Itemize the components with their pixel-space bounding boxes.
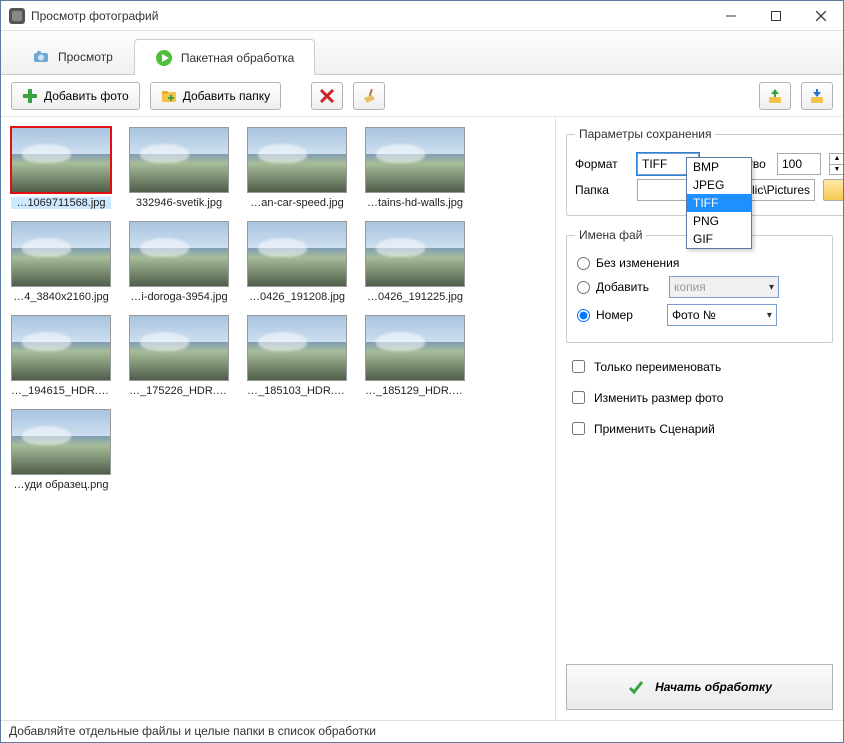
add-photo-button[interactable]: Добавить фото xyxy=(11,82,140,110)
camera-icon xyxy=(32,48,50,66)
check-resize[interactable]: Изменить размер фото xyxy=(568,388,831,407)
check-icon xyxy=(627,678,645,696)
tab-bar: Просмотр Пакетная обработка xyxy=(1,31,843,75)
thumbnail[interactable]: …_194615_HDR.jpg xyxy=(11,315,111,397)
thumb-image xyxy=(11,409,111,475)
tab-batch-label: Пакетная обработка xyxy=(181,51,294,65)
quality-input[interactable] xyxy=(777,153,821,175)
thumb-image xyxy=(247,127,347,193)
import-button[interactable] xyxy=(801,82,833,110)
thumbnail[interactable]: …0426_191208.jpg xyxy=(247,221,347,303)
main-area: …1069711568.jpg 332946-svetik.jpg …an-car-… xyxy=(1,117,843,720)
thumb-image xyxy=(247,221,347,287)
tab-batch[interactable]: Пакетная обработка xyxy=(134,39,315,75)
format-label: Формат xyxy=(575,157,629,171)
thumb-image xyxy=(129,221,229,287)
close-button[interactable] xyxy=(798,1,843,30)
thumb-image xyxy=(11,127,111,193)
clear-button[interactable] xyxy=(353,82,385,110)
thumbnail[interactable]: …i-doroga-3954.jpg xyxy=(129,221,229,303)
broom-icon xyxy=(361,88,377,104)
radio-number[interactable]: Номер Фото №▾ xyxy=(577,304,822,326)
thumb-image xyxy=(365,221,465,287)
play-icon xyxy=(155,49,173,67)
browse-folder-button[interactable] xyxy=(823,179,843,201)
format-dropdown[interactable]: BMPJPEGTIFFPNGGIF xyxy=(686,157,752,249)
tab-view[interactable]: Просмотр xyxy=(11,38,134,74)
thumb-caption: …an-car-speed.jpg xyxy=(247,197,347,209)
folder-plus-icon xyxy=(161,88,177,104)
add-folder-button[interactable]: Добавить папку xyxy=(150,82,281,110)
filenames-legend: Имена фай xyxy=(575,228,646,242)
thumb-caption: …i-doroga-3954.jpg xyxy=(129,291,229,303)
save-params-group: Параметры сохранения Формат TIFF ▾ Качес… xyxy=(566,127,843,216)
thumb-caption: …уди образец.png xyxy=(11,479,111,491)
thumb-image xyxy=(11,315,111,381)
number-pattern-combo[interactable]: Фото №▾ xyxy=(667,304,777,326)
maximize-button[interactable] xyxy=(753,1,798,30)
thumb-caption: …_175226_HDR.jpg xyxy=(129,385,229,397)
thumb-image xyxy=(129,315,229,381)
window-title: Просмотр фотографий xyxy=(31,9,708,23)
radio-add[interactable]: Добавить копия▾ xyxy=(577,276,822,298)
thumb-image xyxy=(247,315,347,381)
thumbnail[interactable]: …_175226_HDR.jpg xyxy=(129,315,229,397)
side-panel: Параметры сохранения Формат TIFF ▾ Качес… xyxy=(555,117,843,720)
arrow-down-icon xyxy=(809,88,825,104)
thumb-image xyxy=(129,127,229,193)
thumbnail[interactable]: …0426_191225.jpg xyxy=(365,221,465,303)
thumb-image xyxy=(11,221,111,287)
save-params-legend: Параметры сохранения xyxy=(575,127,715,141)
folder-label: Папка xyxy=(575,183,629,197)
thumbnail[interactable]: …4_3840x2160.jpg xyxy=(11,221,111,303)
status-text: Добавляйте отдельные файлы и целые папки… xyxy=(9,724,376,738)
start-label: Начать обработку xyxy=(655,680,772,694)
thumb-caption: …0426_191208.jpg xyxy=(247,291,347,303)
thumbnail[interactable]: …1069711568.jpg xyxy=(11,127,111,209)
plus-icon xyxy=(22,88,38,104)
app-icon xyxy=(9,8,25,24)
arrow-up-icon xyxy=(767,88,783,104)
app-window: Просмотр фотографий Просмотр Пакетная об… xyxy=(0,0,844,743)
export-button[interactable] xyxy=(759,82,791,110)
tab-view-label: Просмотр xyxy=(58,50,113,64)
radio-no-change[interactable]: Без изменения xyxy=(577,256,822,270)
check-rename-only[interactable]: Только переименовать xyxy=(568,357,831,376)
status-bar: Добавляйте отдельные файлы и целые папки… xyxy=(1,720,843,742)
thumb-caption: …tains-hd-walls.jpg xyxy=(365,197,465,209)
delete-x-icon xyxy=(319,88,335,104)
start-processing-button[interactable]: Начать обработку xyxy=(566,664,833,710)
format-option[interactable]: BMP xyxy=(687,158,751,176)
titlebar: Просмотр фотографий xyxy=(1,1,843,31)
format-option[interactable]: PNG xyxy=(687,212,751,230)
thumb-image xyxy=(365,127,465,193)
quality-spinner[interactable]: ▲▼ xyxy=(829,153,843,175)
format-value: TIFF xyxy=(642,157,667,171)
thumb-caption: 332946-svetik.jpg xyxy=(129,197,229,209)
delete-button[interactable] xyxy=(311,82,343,110)
thumb-caption: …1069711568.jpg xyxy=(11,197,111,209)
check-scenario[interactable]: Применить Сценарий xyxy=(568,419,831,438)
add-suffix-combo[interactable]: копия▾ xyxy=(669,276,779,298)
thumbnail[interactable]: …_185103_HDR.jpg xyxy=(247,315,347,397)
thumb-caption: …4_3840x2160.jpg xyxy=(11,291,111,303)
format-option[interactable]: JPEG xyxy=(687,176,751,194)
thumb-image xyxy=(365,315,465,381)
minimize-button[interactable] xyxy=(708,1,753,30)
thumbnail[interactable]: 332946-svetik.jpg xyxy=(129,127,229,209)
thumbnail[interactable]: …_185129_HDR.jpg xyxy=(365,315,465,397)
add-photo-label: Добавить фото xyxy=(44,89,129,103)
thumb-caption: …_185103_HDR.jpg xyxy=(247,385,347,397)
thumbnail[interactable]: …tains-hd-walls.jpg xyxy=(365,127,465,209)
thumbnail[interactable]: …уди образец.png xyxy=(11,409,111,491)
thumb-caption: …_185129_HDR.jpg xyxy=(365,385,465,397)
thumb-caption: …_194615_HDR.jpg xyxy=(11,385,111,397)
gallery: …1069711568.jpg 332946-svetik.jpg …an-car-… xyxy=(1,117,555,720)
add-folder-label: Добавить папку xyxy=(183,89,270,103)
thumb-caption: …0426_191225.jpg xyxy=(365,291,465,303)
toolbar: Добавить фото Добавить папку xyxy=(1,75,843,117)
format-option[interactable]: TIFF xyxy=(687,194,751,212)
thumbnail[interactable]: …an-car-speed.jpg xyxy=(247,127,347,209)
format-option[interactable]: GIF xyxy=(687,230,751,248)
